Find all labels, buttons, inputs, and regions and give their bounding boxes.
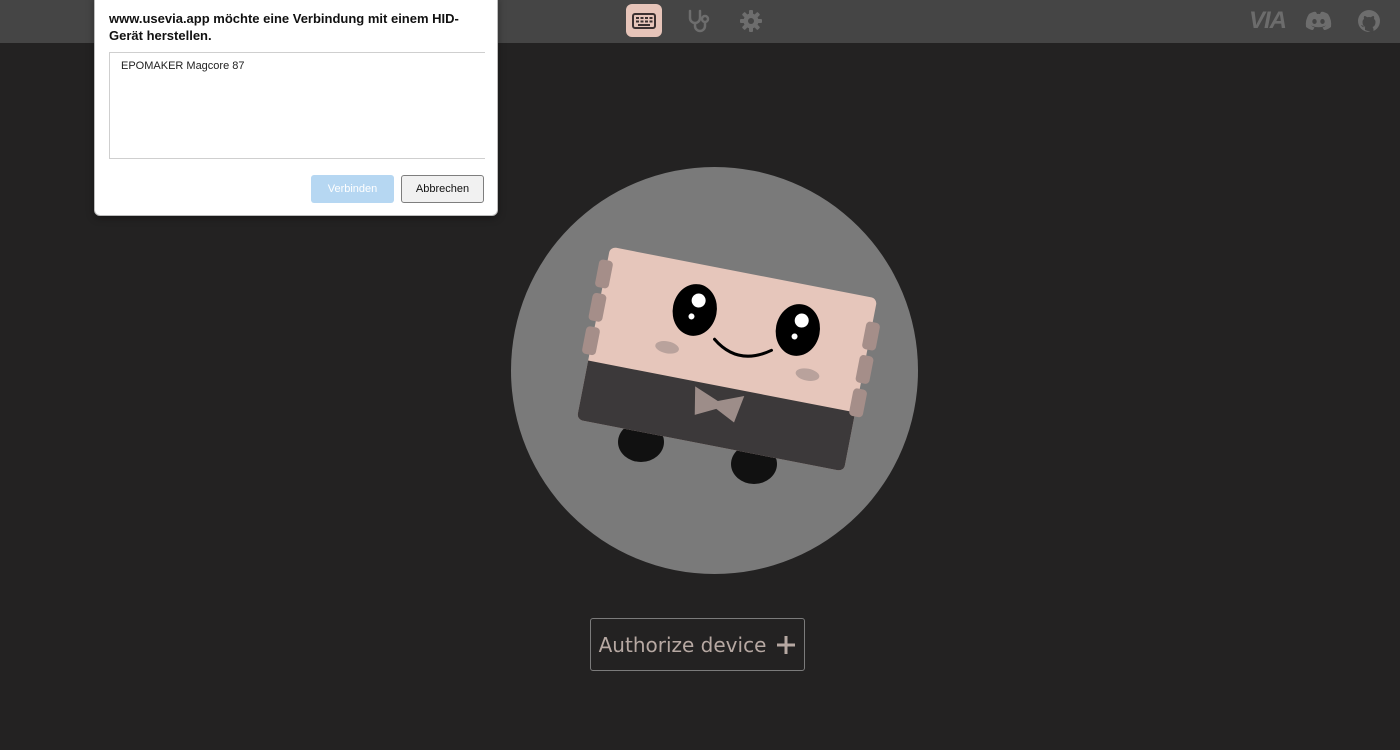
- plus-icon: [777, 635, 796, 654]
- github-link[interactable]: [1357, 6, 1381, 36]
- github-icon: [1358, 10, 1380, 33]
- device-list[interactable]: EPOMAKER Magcore 87: [109, 52, 485, 159]
- keyboard-icon: [632, 12, 656, 29]
- settings-tab[interactable]: [733, 4, 769, 37]
- via-logo[interactable]: VIA: [1249, 6, 1287, 36]
- cancel-button[interactable]: Abbrechen: [401, 175, 484, 203]
- keyboard-tab[interactable]: [626, 4, 662, 37]
- debug-tab[interactable]: [679, 4, 715, 37]
- device-list-item[interactable]: EPOMAKER Magcore 87: [121, 60, 245, 72]
- stethoscope-icon: [688, 9, 710, 32]
- authorize-device-button[interactable]: Authorize device: [590, 618, 805, 671]
- mascot-illustration: [511, 167, 918, 574]
- discord-link[interactable]: [1305, 6, 1332, 36]
- gear-icon: [740, 9, 762, 32]
- dialog-title: www.usevia.app möchte eine Verbindung mi…: [109, 11, 459, 43]
- discord-icon: [1305, 11, 1332, 30]
- hid-permission-dialog: www.usevia.app möchte eine Verbindung mi…: [94, 0, 498, 216]
- authorize-device-label: Authorize device: [598, 632, 767, 657]
- connect-button[interactable]: Verbinden: [311, 175, 394, 203]
